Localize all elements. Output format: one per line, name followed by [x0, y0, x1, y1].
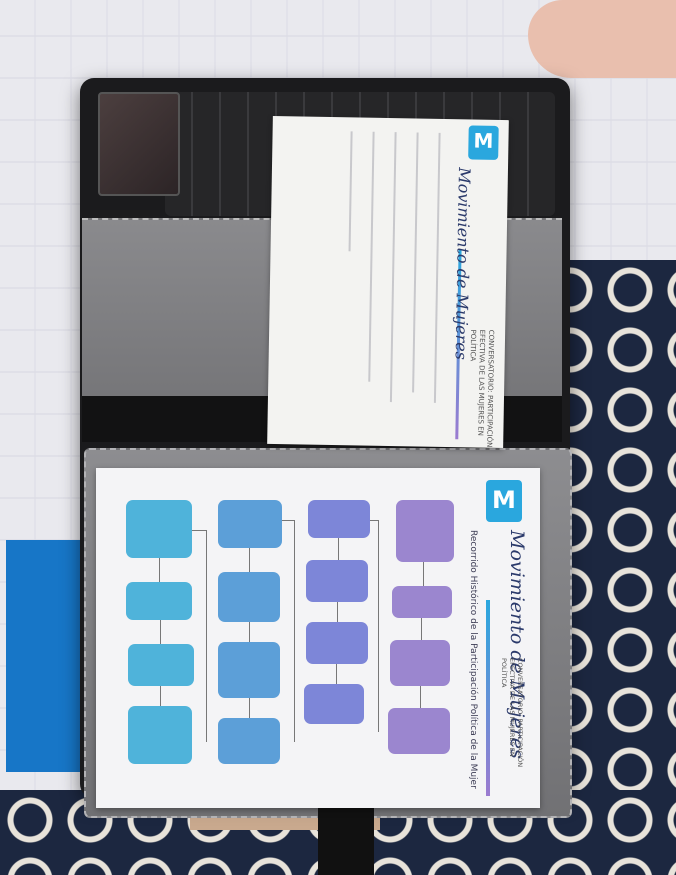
timeline-box	[308, 500, 370, 538]
timeline-box	[218, 718, 280, 764]
timeline-box	[126, 582, 192, 620]
timeline-box	[218, 572, 280, 622]
connector	[282, 520, 294, 521]
connector	[336, 664, 337, 684]
connector	[192, 530, 206, 531]
connector	[160, 686, 161, 706]
logo-icon: M	[486, 480, 522, 522]
timeline-box	[128, 644, 194, 686]
closure-strap	[318, 800, 374, 875]
connector	[249, 548, 250, 572]
connector	[337, 602, 338, 622]
timeline-box	[306, 560, 368, 602]
event-title: CONVERSATORIO: PARTICIPACIÓN EFECTIVA DE…	[500, 658, 524, 768]
timeline-box	[218, 500, 282, 548]
timeline-box	[392, 586, 452, 618]
connector	[370, 520, 378, 521]
connector	[159, 558, 160, 582]
questionnaire-sheet: M Movimiento de Mujeres CONVERSATORIO: P…	[267, 115, 509, 449]
connector	[420, 686, 421, 708]
event-title: CONVERSATORIO: PARTICIPACIÓN EFECTIVA DE…	[468, 329, 496, 448]
connector	[421, 618, 422, 640]
timeline-box	[396, 500, 454, 562]
connector	[294, 520, 295, 742]
connector	[249, 622, 250, 642]
connector	[378, 520, 379, 732]
question-lines	[346, 131, 441, 403]
connector	[249, 698, 250, 718]
timeline-box	[388, 708, 450, 754]
timeline-box	[126, 500, 192, 558]
timeline-box	[218, 642, 280, 698]
timeline-subtitle: Recorrido Histórico de la Participación …	[468, 530, 478, 789]
connector	[338, 538, 339, 560]
logo-icon: M	[468, 125, 499, 160]
timeline-box	[304, 684, 364, 724]
timeline-box	[128, 706, 192, 764]
id-window-pocket	[98, 92, 180, 196]
hand	[528, 0, 676, 78]
connector	[423, 562, 424, 586]
connector	[160, 620, 161, 644]
connector	[206, 530, 207, 742]
accent-stripe	[486, 600, 490, 796]
timeline-box	[390, 640, 450, 686]
timeline-box	[306, 622, 368, 664]
